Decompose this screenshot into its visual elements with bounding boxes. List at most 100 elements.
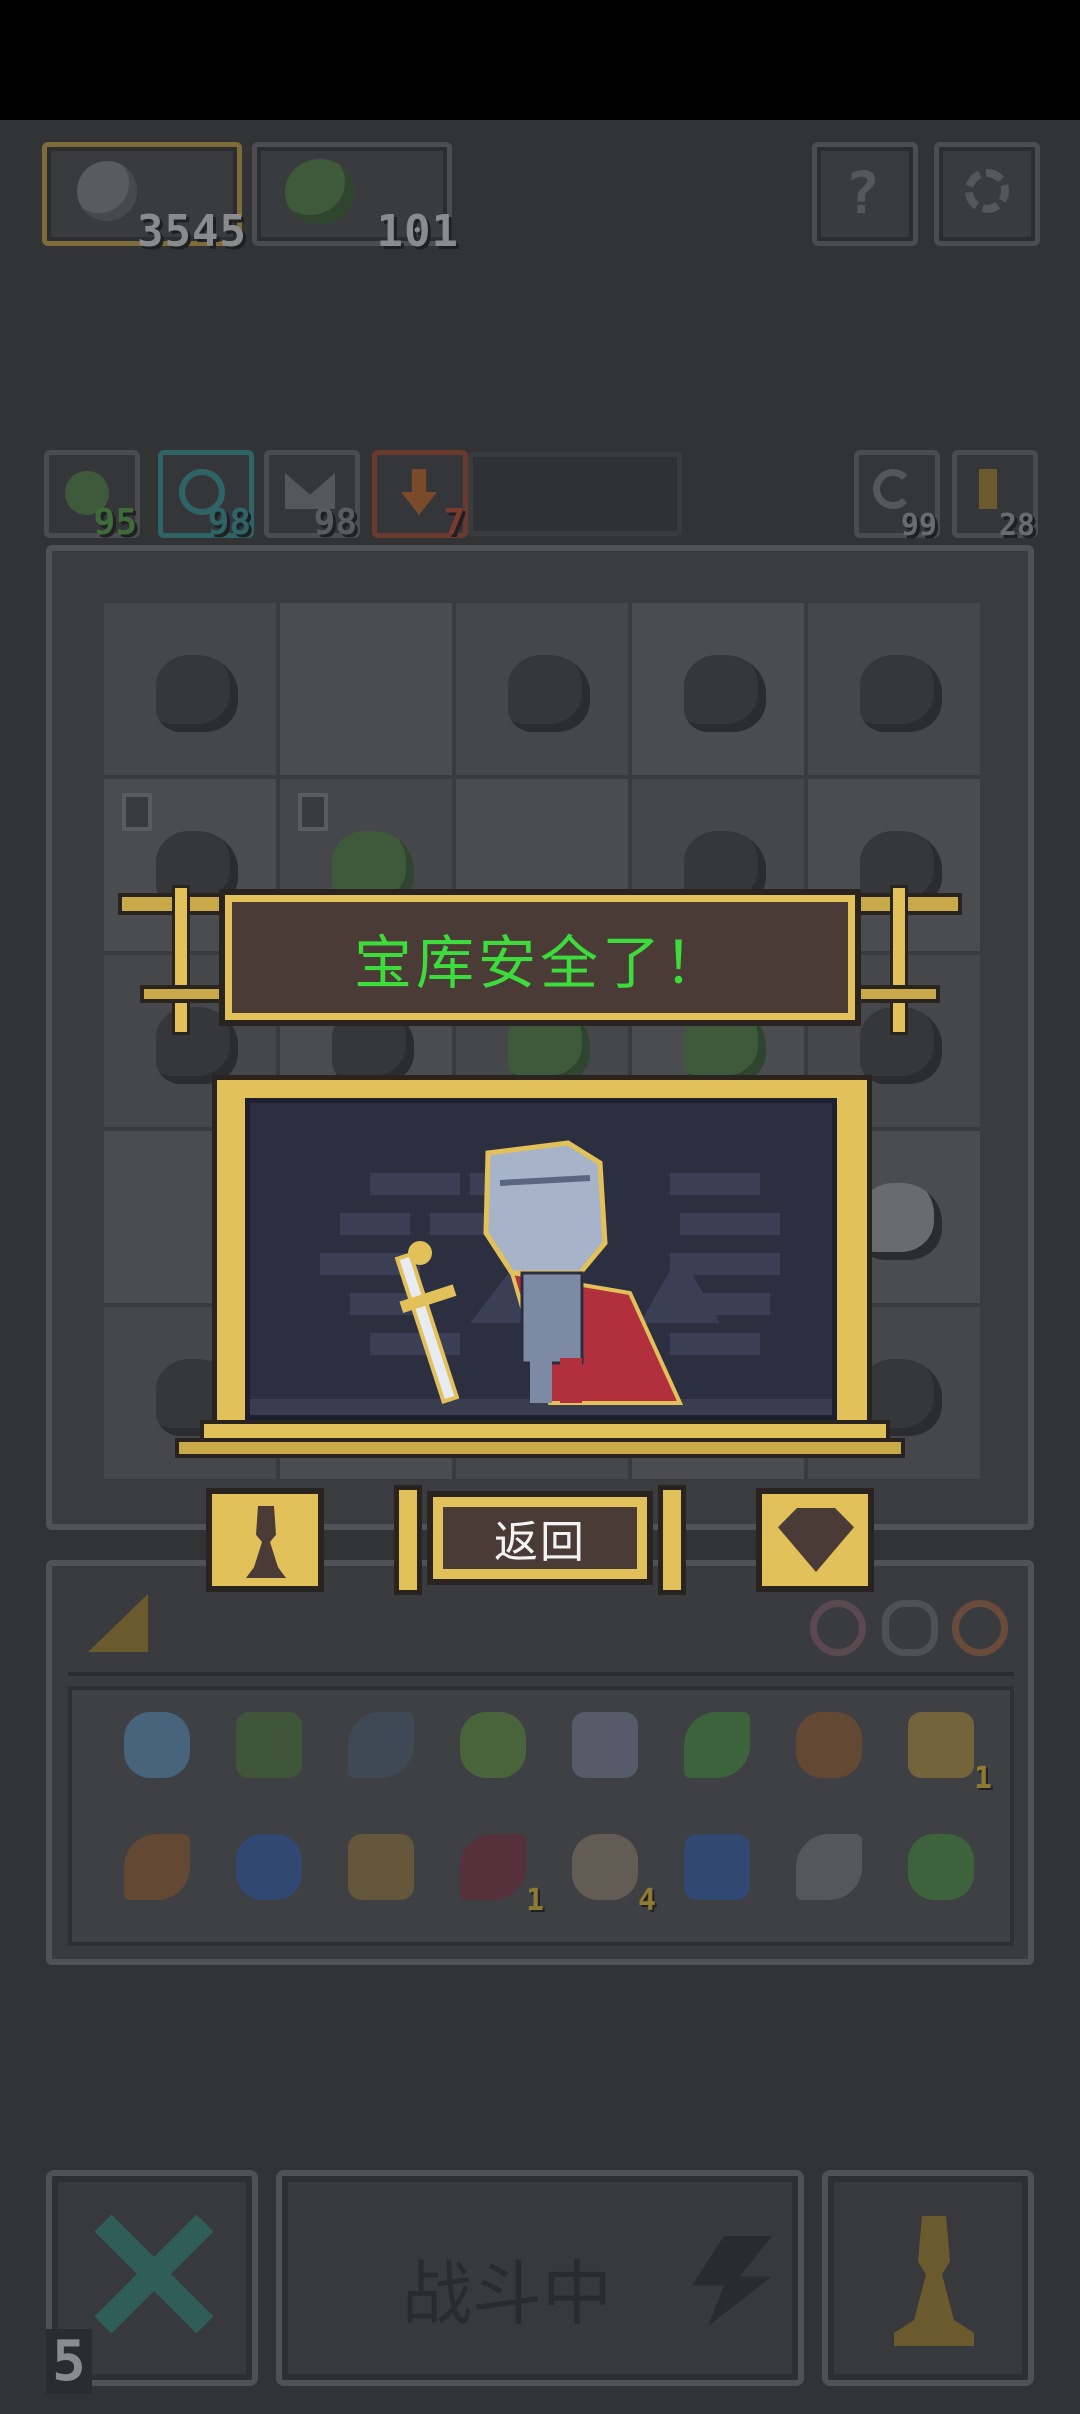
stat-right-a-value: 99 <box>900 508 937 543</box>
stat-cyan-value: 98 <box>207 502 251 543</box>
lightning-icon <box>692 2236 772 2326</box>
knight-scene <box>245 1098 837 1420</box>
vault-cell[interactable] <box>806 601 982 777</box>
stat-chip-right-b: 28 <box>952 450 1038 543</box>
close-icon <box>92 2212 214 2334</box>
blue-scarf-icon <box>236 1834 302 1900</box>
pawn-button[interactable] <box>822 2170 1034 2386</box>
slime-icon <box>507 654 591 732</box>
inventory-slot[interactable] <box>336 1700 426 1790</box>
slime-icon <box>683 654 767 732</box>
vault-cell[interactable] <box>454 601 630 777</box>
settings-button[interactable] <box>934 142 1040 246</box>
knight-illustration <box>250 1140 832 1415</box>
armor-filter-icon[interactable] <box>882 1600 938 1656</box>
item-quantity: 1 <box>525 1883 544 1918</box>
back-button[interactable]: 返回 <box>427 1491 653 1585</box>
scroll-icon <box>572 1834 638 1900</box>
inventory-slot[interactable] <box>224 1700 314 1790</box>
vault-cell[interactable] <box>102 601 278 777</box>
inventory-slot[interactable] <box>224 1822 314 1912</box>
vault-cell[interactable] <box>630 601 806 777</box>
pawn-icon <box>246 1506 286 1578</box>
stat-gray-value: 98 <box>313 502 357 543</box>
green-helmet-icon <box>236 1712 302 1778</box>
inventory-slot[interactable] <box>784 1822 874 1912</box>
gold-count: 3545 <box>137 206 247 257</box>
back-bracket-left <box>394 1485 422 1595</box>
inventory-slot[interactable]: 1 <box>896 1700 992 1796</box>
inventory-slot[interactable] <box>672 1822 762 1912</box>
stat-chip-gray: 98 <box>264 450 360 543</box>
stat-green-value: 95 <box>93 502 137 543</box>
stat-bar-empty <box>468 452 682 536</box>
key-icon <box>979 469 997 509</box>
scene-base <box>175 1438 905 1458</box>
inventory-slot[interactable] <box>560 1700 650 1790</box>
battle-status-button[interactable]: 战斗中 <box>276 2170 804 2386</box>
water-drop-icon <box>684 1834 750 1900</box>
question-icon: ? <box>845 159 880 227</box>
inventory-slot[interactable] <box>448 1700 538 1790</box>
item-quantity: 4 <box>637 1883 656 1918</box>
potion-jar-icon <box>908 1712 974 1778</box>
banner-post-right <box>890 885 908 1035</box>
feather-icon <box>124 1834 190 1900</box>
stat-chip-red: 7 <box>372 450 468 543</box>
boomerang-icon <box>796 1712 862 1778</box>
inventory-slot[interactable]: 1 <box>448 1822 544 1918</box>
return-arrow-icon <box>873 469 913 509</box>
slime-icon <box>155 654 239 732</box>
inventory-slot[interactable] <box>896 1822 986 1912</box>
cancel-button[interactable]: 5 <box>46 2170 258 2394</box>
green-orb-icon <box>285 159 355 225</box>
pawn-side-button[interactable] <box>206 1488 324 1592</box>
inventory-slot[interactable]: 4 <box>560 1822 656 1918</box>
inventory-slot[interactable] <box>112 1700 202 1790</box>
back-button-label: 返回 <box>494 1517 586 1568</box>
pawn-icon <box>894 2216 974 2346</box>
heart-side-button[interactable] <box>756 1488 874 1592</box>
triangle-tab-icon[interactable] <box>88 1594 148 1652</box>
inventory-slot[interactable] <box>784 1700 874 1790</box>
item-quantity: 1 <box>973 1761 992 1796</box>
stat-chip-cyan: 98 <box>158 450 254 543</box>
level-badge-icon <box>122 793 152 831</box>
demon-mask-icon <box>460 1834 526 1900</box>
amulet-filter-icon[interactable] <box>952 1600 1008 1656</box>
inventory-slot[interactable] <box>112 1822 202 1912</box>
gold-currency-button[interactable]: 3545 <box>42 142 246 257</box>
diamond-heart-icon <box>778 1508 854 1572</box>
turn-counter: 5 <box>46 2329 92 2394</box>
leaf-spear-icon <box>684 1712 750 1778</box>
down-arrow-icon <box>401 469 437 515</box>
inventory-slot[interactable] <box>672 1700 762 1790</box>
inventory-panel: 1 1 4 <box>46 1560 1034 1965</box>
stat-red-value: 7 <box>443 502 465 543</box>
hook-icon <box>796 1834 862 1900</box>
banner-post-left <box>172 885 190 1035</box>
mirror-icon <box>572 1712 638 1778</box>
crystal-icon <box>124 1712 190 1778</box>
slime-icon <box>859 654 943 732</box>
scene-frame <box>212 1075 872 1445</box>
inventory-slot[interactable] <box>336 1822 426 1912</box>
gem-currency-button[interactable]: 101 <box>252 142 458 257</box>
ring-filter-icon[interactable] <box>810 1600 866 1656</box>
gold-coin-icon <box>77 161 137 221</box>
arrow-icon <box>460 1712 526 1778</box>
status-bar <box>0 0 1080 120</box>
fence-icon <box>348 1834 414 1900</box>
popup-title-banner: 宝库安全了！ <box>225 895 855 1020</box>
stat-right-b-value: 28 <box>998 508 1035 543</box>
popup-title: 宝库安全了！ <box>353 928 726 997</box>
back-button-wrap: 返回 <box>372 1485 708 1595</box>
inventory-grid: 1 1 4 <box>68 1686 1014 1946</box>
stat-chip-right-a: 99 <box>854 450 940 543</box>
stat-chip-green: 95 <box>44 450 140 543</box>
green-sword-icon <box>908 1834 974 1900</box>
vault-cell[interactable] <box>278 601 454 777</box>
gear-icon <box>965 169 1009 213</box>
help-button[interactable]: ? <box>812 142 918 246</box>
back-bracket-right <box>658 1485 686 1595</box>
